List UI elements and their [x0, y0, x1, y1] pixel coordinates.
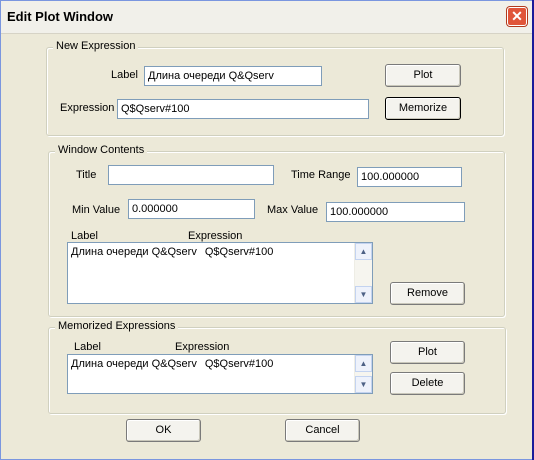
- max-value-caption: Max Value: [267, 204, 319, 216]
- window-title: Edit Plot Window: [7, 9, 114, 24]
- ok-button[interactable]: OK: [126, 419, 201, 442]
- contents-col-label: Label: [71, 230, 98, 242]
- title-field[interactable]: [108, 165, 274, 185]
- scroll-up-icon[interactable]: ▲: [355, 355, 372, 372]
- memorized-plot-button[interactable]: Plot: [390, 341, 465, 364]
- remove-button[interactable]: Remove: [390, 282, 465, 305]
- min-value-field[interactable]: 0.000000: [128, 199, 255, 219]
- contents-scrollbar[interactable]: ▲ ▼: [354, 243, 372, 303]
- title-caption: Title: [76, 169, 97, 181]
- list-item[interactable]: Длина очереди Q&Qserv Q$Qserv#100: [71, 358, 273, 370]
- memorized-scrollbar[interactable]: ▲ ▼: [354, 355, 372, 393]
- list-item-expression: Q$Qserv#100: [204, 358, 274, 370]
- contents-col-expression: Expression: [188, 230, 243, 242]
- new-expression-caption: Expression: [60, 102, 115, 114]
- scroll-up-icon[interactable]: ▲: [355, 243, 372, 260]
- new-expression-legend: New Expression: [53, 40, 139, 52]
- title-bar[interactable]: Edit Plot Window ✕: [1, 1, 533, 34]
- delete-button[interactable]: Delete: [390, 372, 465, 395]
- memorized-col-label: Label: [74, 341, 101, 353]
- max-value-field[interactable]: 100.000000: [326, 202, 465, 222]
- scroll-down-icon[interactable]: ▼: [355, 376, 372, 393]
- memorized-col-expression: Expression: [175, 341, 230, 353]
- memorized-list[interactable]: Длина очереди Q&Qserv Q$Qserv#100 ▲ ▼: [67, 354, 373, 394]
- memorize-button[interactable]: Memorize: [385, 97, 461, 120]
- min-value-caption: Min Value: [72, 204, 121, 216]
- new-expression-field[interactable]: Q$Qserv#100: [117, 99, 369, 119]
- list-item-label: Длина очереди Q&Qserv: [71, 358, 197, 370]
- new-label-caption: Label: [111, 69, 138, 81]
- cancel-button[interactable]: Cancel: [285, 419, 360, 442]
- time-range-caption: Time Range: [291, 169, 351, 181]
- scroll-down-icon[interactable]: ▼: [355, 286, 372, 303]
- window-contents-legend: Window Contents: [55, 144, 148, 156]
- time-range-field[interactable]: 100.000000: [357, 167, 462, 187]
- edit-plot-window: Edit Plot Window ✕ New Expression Label …: [0, 0, 534, 460]
- contents-list[interactable]: Длина очереди Q&Qserv Q$Qserv#100 ▲ ▼: [67, 242, 373, 304]
- memorized-legend: Memorized Expressions: [55, 320, 179, 332]
- list-item-label: Длина очереди Q&Qserv: [71, 246, 197, 258]
- new-label-field[interactable]: Длина очереди Q&Qserv: [144, 66, 322, 86]
- list-item-expression: Q$Qserv#100: [204, 246, 274, 258]
- close-icon[interactable]: ✕: [507, 7, 527, 26]
- list-item[interactable]: Длина очереди Q&Qserv Q$Qserv#100: [71, 246, 273, 258]
- new-plot-button[interactable]: Plot: [385, 64, 461, 87]
- new-expression-group: New Expression: [46, 40, 504, 136]
